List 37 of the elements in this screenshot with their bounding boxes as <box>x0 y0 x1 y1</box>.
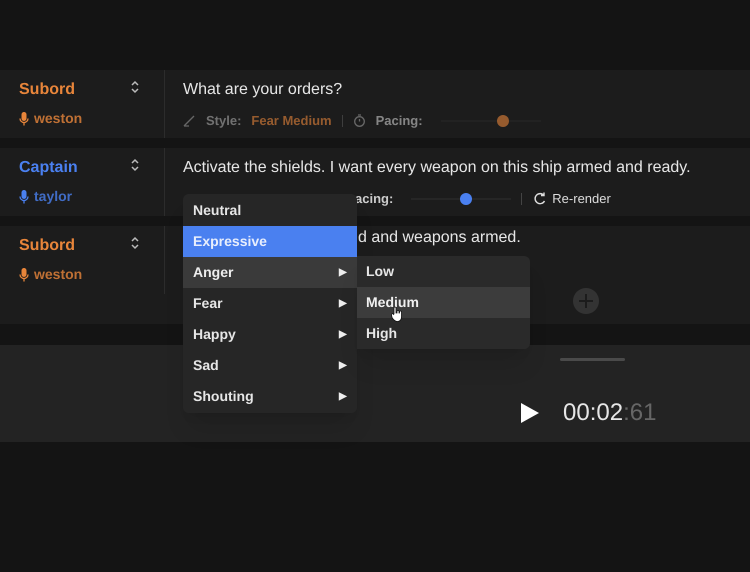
refresh-icon <box>534 192 546 206</box>
pacing-slider[interactable] <box>411 192 512 205</box>
speaker-name: Subord <box>19 80 76 100</box>
timer-icon <box>352 114 366 128</box>
menu-item[interactable]: Shouting ▶ <box>183 381 357 412</box>
voice-name: taylor <box>34 187 72 206</box>
time-fraction: :61 <box>623 398 656 428</box>
sort-toggle-icon[interactable] <box>130 158 140 172</box>
line-text: What are your orders? <box>183 80 344 100</box>
voice-name: weston <box>34 109 82 128</box>
microphone-icon <box>19 268 29 282</box>
hand-cursor-icon <box>391 306 403 322</box>
line-text: d and weapons armed. <box>358 228 521 248</box>
submenu-item[interactable]: Low <box>357 256 530 287</box>
pen-icon <box>183 114 196 128</box>
submenu-item[interactable]: High <box>357 318 530 349</box>
speaker-name: Subord <box>19 236 76 256</box>
pacing-label: acing: <box>355 190 394 208</box>
speaker-name: Captain <box>19 158 78 178</box>
time-display: 00:02 <box>563 398 624 428</box>
voice-name: weston <box>34 265 82 284</box>
pacing-label: Pacing: <box>376 112 423 130</box>
sort-toggle-icon[interactable] <box>130 80 140 94</box>
play-icon[interactable] <box>520 402 540 424</box>
drag-handle[interactable] <box>560 358 625 361</box>
microphone-icon <box>19 190 29 204</box>
menu-item[interactable]: Sad ▶ <box>183 350 357 381</box>
menu-item[interactable]: Neutral <box>183 195 357 226</box>
menu-item[interactable]: Happy ▶ <box>183 319 357 350</box>
re-render-button[interactable]: Re-render <box>534 189 611 208</box>
menu-item[interactable]: Anger ▶ <box>183 257 357 288</box>
line-text: Activate the shields. I want every weapon on this ship armed and ready. <box>183 158 692 178</box>
microphone-icon <box>19 112 29 126</box>
style-label: Style: <box>206 112 242 130</box>
pacing-slider[interactable] <box>440 114 541 127</box>
menu-item[interactable]: Fear ▶ <box>183 288 357 319</box>
sort-toggle-icon[interactable] <box>130 236 140 250</box>
